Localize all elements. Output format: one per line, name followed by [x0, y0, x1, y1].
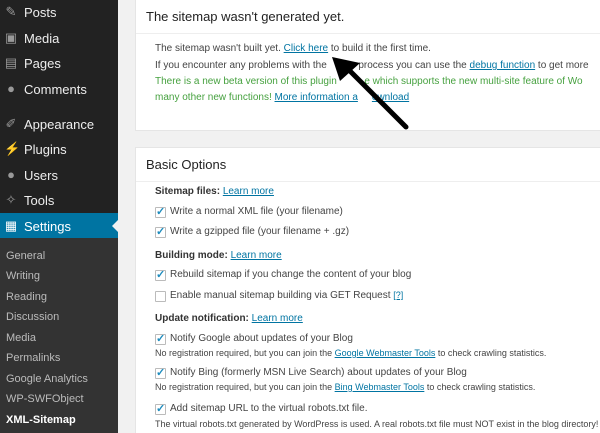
building-mode-heading: Building mode: Learn more	[155, 250, 282, 261]
building-mode-learn-more-link[interactable]: Learn more	[231, 250, 282, 261]
rebuild-sitemap-checkbox[interactable]	[155, 268, 166, 281]
update-notification-heading: Update notification: Learn more	[155, 313, 303, 324]
tools-icon: ✧	[5, 192, 17, 207]
robots-txt-checkbox[interactable]	[155, 402, 166, 415]
menu-item-label: Pages	[24, 55, 61, 71]
pages-icon: ▤	[4, 55, 18, 70]
notify-google-label: Notify Google about updates of your Blog	[170, 333, 353, 344]
menu-item-users[interactable]: ● Users	[0, 162, 118, 188]
menu-item-tools[interactable]: ✧ Tools	[0, 187, 118, 213]
manual-build-checkbox[interactable]	[155, 291, 166, 302]
menu-item-media[interactable]: ▣ Media	[0, 25, 118, 51]
basic-options-box: Basic Options Sitemap files: Learn more …	[135, 147, 600, 433]
bing-note-text: No registration required, but you can jo…	[155, 382, 333, 392]
settings-submenu: General Writing Reading Discussion Media…	[0, 238, 118, 433]
plugins-icon: ⚡	[4, 141, 21, 156]
rebuild-sitemap-label: Rebuild sitemap if you change the conten…	[170, 269, 412, 280]
menu-item-label: Settings	[24, 218, 71, 234]
google-webmaster-tools-link[interactable]: Google Webmaster Tools	[335, 348, 436, 358]
submenu-reading[interactable]: Reading	[6, 291, 47, 303]
submenu-xml-sitemap[interactable]: XML-Sitemap	[6, 414, 76, 426]
manual-build-line: Enable manual sitemap building via GET R…	[170, 290, 403, 301]
manual-build-label: Enable manual sitemap building via GET R…	[170, 290, 391, 301]
menu-item-comments[interactable]: ● Comments	[0, 76, 118, 102]
robots-txt-label: Add sitemap URL to the virtual robots.tx…	[170, 403, 368, 414]
sitemap-files-learn-more-link[interactable]: Learn more	[223, 186, 274, 197]
submenu-general[interactable]: General	[6, 250, 45, 262]
appearance-icon: ✐	[5, 116, 17, 131]
get-more-text: to get more	[537, 60, 589, 71]
google-note-suffix: to check crawling statistics.	[437, 348, 547, 358]
menu-item-label: Appearance	[24, 116, 95, 132]
write-xml-label: Write a normal XML file (your filename)	[170, 206, 343, 217]
manual-build-help-link[interactable]: [?]	[393, 290, 403, 300]
menu-item-label: Comments	[24, 81, 87, 97]
menu-item-pages[interactable]: ▤ Pages	[0, 50, 118, 76]
menu-item-plugins[interactable]: ⚡ Plugins	[0, 136, 118, 162]
settings-icon: ▦	[4, 218, 18, 233]
media-icon: ▣	[4, 30, 18, 45]
building-mode-label: Building mode:	[155, 250, 228, 261]
build-click-here-link[interactable]: Click here	[284, 43, 328, 54]
submenu-wp-swfobject[interactable]: WP-SWFObject	[6, 393, 84, 405]
submenu-discussion[interactable]: Discussion	[6, 311, 59, 323]
google-note-text: No registration required, but you can jo…	[155, 348, 333, 358]
status-box-title: The sitemap wasn't generated yet.	[136, 0, 600, 34]
admin-sidebar: ✎ Posts ▣ Media ▤ Pages ● Comments ✐ App…	[0, 0, 118, 433]
google-note: No registration required, but you can jo…	[155, 348, 546, 358]
pin-icon: ✎	[5, 4, 17, 19]
menu-item-posts[interactable]: ✎ Posts	[0, 0, 118, 25]
users-icon: ●	[7, 167, 15, 182]
submenu-permalinks[interactable]: Permalinks	[6, 352, 60, 364]
submenu-media[interactable]: Media	[6, 332, 36, 344]
menu-item-label: Plugins	[24, 141, 67, 157]
notify-bing-checkbox[interactable]	[155, 366, 166, 379]
bing-webmaster-tools-link[interactable]: Bing Webmaster Tools	[335, 382, 425, 392]
update-notification-label: Update notification:	[155, 313, 249, 324]
submenu-writing[interactable]: Writing	[6, 270, 40, 282]
arrow-annotation	[332, 57, 409, 130]
problems-text: If you encounter any problems with the	[155, 60, 327, 71]
menu-item-appearance[interactable]: ✐ Appearance	[0, 111, 118, 137]
notify-bing-label: Notify Bing (formerly MSN Live Search) a…	[170, 367, 467, 378]
sitemap-files-heading: Sitemap files: Learn more	[155, 186, 274, 197]
notify-google-checkbox[interactable]	[155, 332, 166, 345]
menu-item-settings[interactable]: ▦ Settings	[0, 213, 118, 239]
sitemap-files-label: Sitemap files:	[155, 186, 221, 197]
arrow-shaft	[345, 66, 409, 130]
not-built-line: The sitemap wasn't built yet. Click here…	[155, 43, 431, 54]
robots-txt-note: The virtual robots.txt generated by Word…	[155, 419, 599, 429]
not-built-text: The sitemap wasn't built yet.	[155, 43, 281, 54]
debug-function-link[interactable]: debug function	[470, 60, 536, 71]
menu-item-label: Tools	[24, 192, 55, 208]
write-gzip-label: Write a gzipped file (your filename + .g…	[170, 226, 350, 237]
beta-text: There is a new beta version of this plug…	[155, 76, 337, 87]
write-xml-checkbox[interactable]	[155, 205, 166, 218]
submenu-google-analytics[interactable]: Google Analytics	[6, 373, 88, 385]
basic-options-title: Basic Options	[136, 148, 600, 182]
comments-icon: ●	[7, 81, 15, 96]
bing-note: No registration required, but you can jo…	[155, 382, 535, 392]
menu-item-label: Media	[24, 30, 60, 46]
update-notification-learn-more-link[interactable]: Learn more	[252, 313, 303, 324]
bing-note-suffix: to check crawling statistics.	[426, 382, 536, 392]
menu-item-label: Posts	[24, 4, 57, 20]
menu-item-label: Users	[24, 167, 58, 183]
write-gzip-checkbox[interactable]	[155, 225, 166, 238]
build-first-time-text: to build it the first time.	[330, 43, 431, 54]
new-functions-text: many other new functions!	[155, 92, 272, 103]
